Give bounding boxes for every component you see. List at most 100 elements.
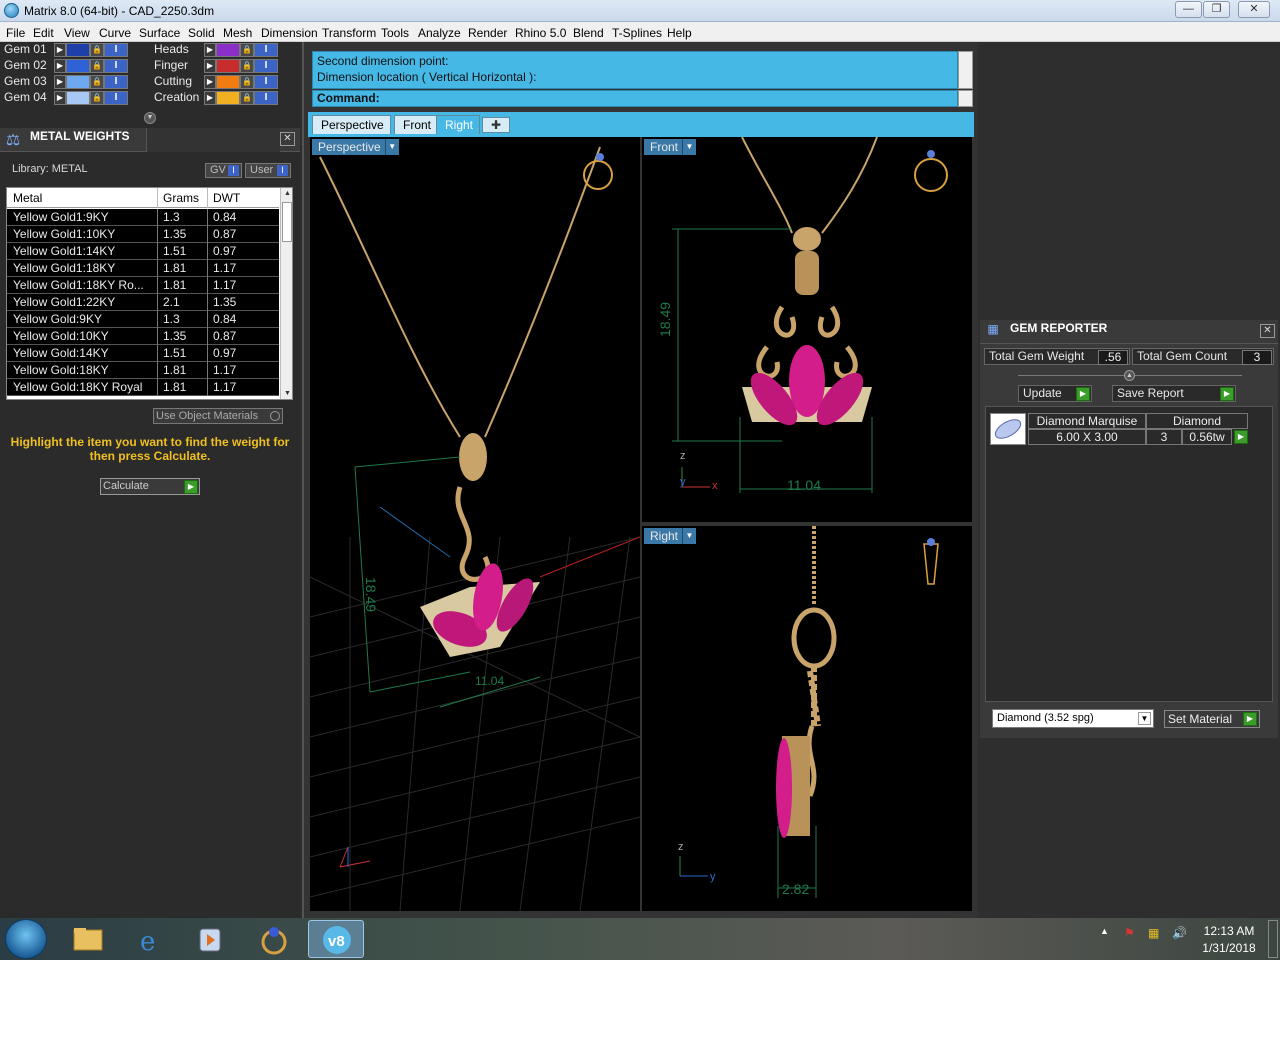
menu-dimension[interactable]: Dimension xyxy=(261,26,318,40)
marquise-gem-icon[interactable] xyxy=(990,413,1026,445)
play-arrow-icon[interactable]: ▶ xyxy=(54,59,66,73)
layer-color-swatch[interactable] xyxy=(66,91,90,105)
visibility-toggle[interactable]: I xyxy=(254,91,278,105)
dropdown-arrow-icon[interactable]: ▼ xyxy=(682,528,696,544)
layer-row[interactable]: Finger ▶ 🔒 I xyxy=(150,58,296,73)
gem-shape-cell[interactable]: Diamond Marquise xyxy=(1028,413,1146,429)
menu-transform[interactable]: Transform xyxy=(322,26,376,40)
lock-icon[interactable]: 🔒 xyxy=(90,59,104,73)
menu-curve[interactable]: Curve xyxy=(99,26,131,40)
lock-icon[interactable]: 🔒 xyxy=(90,91,104,105)
lock-icon[interactable]: 🔒 xyxy=(240,75,254,89)
go-arrow-icon[interactable]: ▶ xyxy=(1234,430,1248,444)
visibility-toggle[interactable]: I xyxy=(104,75,128,89)
scroll-down-icon[interactable]: ▼ xyxy=(281,388,292,399)
lock-icon[interactable]: 🔒 xyxy=(240,91,254,105)
visibility-toggle[interactable]: I xyxy=(104,43,128,57)
gem-material-cell[interactable]: Diamond xyxy=(1146,413,1248,429)
start-button[interactable] xyxy=(5,919,47,959)
menu-surface[interactable]: Surface xyxy=(139,26,180,40)
gem-size-cell[interactable]: 6.00 X 3.00 xyxy=(1028,429,1146,445)
play-arrow-icon[interactable]: ▶ xyxy=(54,75,66,89)
close-window-button[interactable]: ✕ xyxy=(1238,1,1270,18)
visibility-toggle[interactable]: I xyxy=(254,43,278,57)
gv-toggle[interactable]: GV I xyxy=(205,163,242,178)
viewport-label-right[interactable]: Right ▼ xyxy=(644,528,697,544)
show-desktop-button[interactable] xyxy=(1268,920,1278,958)
add-tab-icon[interactable]: ✚ xyxy=(482,117,510,133)
layer-row[interactable]: Creation ▶ 🔒 I xyxy=(150,90,296,105)
layer-row[interactable]: Gem 03 ▶ 🔒 I xyxy=(0,74,146,89)
perspective-viewport[interactable]: 18.49 11.04 Perspective ▼ xyxy=(310,137,640,911)
maximize-button[interactable]: ❐ xyxy=(1203,1,1230,18)
visibility-toggle[interactable]: I xyxy=(254,59,278,73)
gem-weight-cell[interactable]: 0.56tw xyxy=(1182,429,1232,445)
use-object-materials-option[interactable]: Use Object Materials xyxy=(153,408,283,424)
viewport-label-perspective[interactable]: Perspective ▼ xyxy=(312,139,399,155)
visibility-toggle[interactable]: I xyxy=(104,59,128,73)
update-button[interactable]: Update ▶ xyxy=(1018,385,1092,402)
explorer-taskbar-icon[interactable] xyxy=(60,920,116,958)
table-scrollbar[interactable]: ▲ ▼ xyxy=(280,188,292,399)
lock-icon[interactable]: 🔒 xyxy=(240,43,254,57)
layer-row[interactable]: Heads ▶ 🔒 I xyxy=(150,42,296,57)
menu-tools[interactable]: Tools xyxy=(381,26,409,40)
menu-analyze[interactable]: Analyze xyxy=(418,26,461,40)
command-scrollbar[interactable] xyxy=(958,51,973,89)
dropdown-arrow-icon[interactable]: ▼ xyxy=(384,139,399,155)
go-arrow-icon[interactable]: ▶ xyxy=(1243,712,1257,726)
tab-perspective[interactable]: Perspective xyxy=(312,115,391,134)
layer-color-swatch[interactable] xyxy=(216,43,240,57)
collapse-layers-icon[interactable]: ▼ xyxy=(144,112,156,124)
calculate-button[interactable]: Calculate ▶ xyxy=(100,478,200,495)
play-arrow-icon[interactable]: ▶ xyxy=(204,43,216,57)
menu-render[interactable]: Render xyxy=(468,26,507,40)
volume-icon[interactable]: 🔊 xyxy=(1172,926,1187,940)
menu-edit[interactable]: Edit xyxy=(33,26,54,40)
play-arrow-icon[interactable]: ▶ xyxy=(204,59,216,73)
layer-color-swatch[interactable] xyxy=(66,43,90,57)
menu-blend[interactable]: Blend xyxy=(573,26,604,40)
close-panel-icon[interactable]: ✕ xyxy=(1260,324,1275,338)
command-input[interactable]: Command: xyxy=(312,90,958,107)
viewport-label-front[interactable]: Front ▼ xyxy=(644,139,697,155)
layer-color-swatch[interactable] xyxy=(66,75,90,89)
set-material-button[interactable]: Set Material ▶ xyxy=(1164,710,1260,728)
go-arrow-icon[interactable]: ▶ xyxy=(184,480,198,494)
menu-mesh[interactable]: Mesh xyxy=(223,26,252,40)
network-icon[interactable]: ▦ xyxy=(1148,926,1159,940)
lock-icon[interactable]: 🔒 xyxy=(90,43,104,57)
table-row[interactable]: Yellow Gold:10KY 1.35 0.87 xyxy=(7,328,279,345)
col-dwt[interactable]: DWT xyxy=(213,191,240,205)
scroll-up-icon[interactable]: ▲ xyxy=(281,188,292,200)
layer-color-swatch[interactable] xyxy=(216,75,240,89)
save-report-button[interactable]: Save Report ▶ xyxy=(1112,385,1236,402)
close-panel-icon[interactable]: ✕ xyxy=(280,132,295,146)
layer-color-swatch[interactable] xyxy=(216,59,240,73)
system-clock[interactable]: 12:13 AM 1/31/2018 xyxy=(1196,923,1262,957)
command-input-scroll[interactable] xyxy=(958,90,973,107)
play-arrow-icon[interactable]: ▶ xyxy=(54,91,66,105)
gemvision-taskbar-icon[interactable] xyxy=(246,920,302,958)
table-row[interactable]: Yellow Gold:18KY 1.81 1.17 xyxy=(7,362,279,379)
table-row[interactable]: Yellow Gold:14KY 1.51 0.97 xyxy=(7,345,279,362)
tray-expand-icon[interactable]: ▲ xyxy=(1100,926,1109,936)
table-row[interactable]: Yellow Gold:18KY Royal 1.81 1.17 xyxy=(7,379,279,396)
lock-icon[interactable]: 🔒 xyxy=(240,59,254,73)
layer-row[interactable]: Cutting ▶ 🔒 I xyxy=(150,74,296,89)
right-viewport[interactable]: 2.82 z y Right ▼ xyxy=(642,526,972,911)
user-toggle[interactable]: User I xyxy=(245,163,291,178)
internet-explorer-taskbar-icon[interactable]: e xyxy=(122,920,178,958)
menu-view[interactable]: View xyxy=(64,26,90,40)
visibility-toggle[interactable]: I xyxy=(104,91,128,105)
layer-row[interactable]: Gem 02 ▶ 🔒 I xyxy=(0,58,146,73)
layer-row[interactable]: Gem 01 ▶ 🔒 I xyxy=(0,42,146,57)
layer-color-swatch[interactable] xyxy=(66,59,90,73)
front-viewport[interactable]: 18.49 11.04 z x y Front ▼ xyxy=(642,137,972,522)
lock-icon[interactable]: 🔒 xyxy=(90,75,104,89)
menu-help[interactable]: Help xyxy=(667,26,692,40)
minimize-button[interactable]: — xyxy=(1175,1,1202,18)
dropdown-arrow-icon[interactable]: ▼ xyxy=(1138,712,1151,725)
menu-file[interactable]: File xyxy=(6,26,25,40)
table-row[interactable]: Yellow Gold:9KY 1.3 0.84 xyxy=(7,311,279,328)
